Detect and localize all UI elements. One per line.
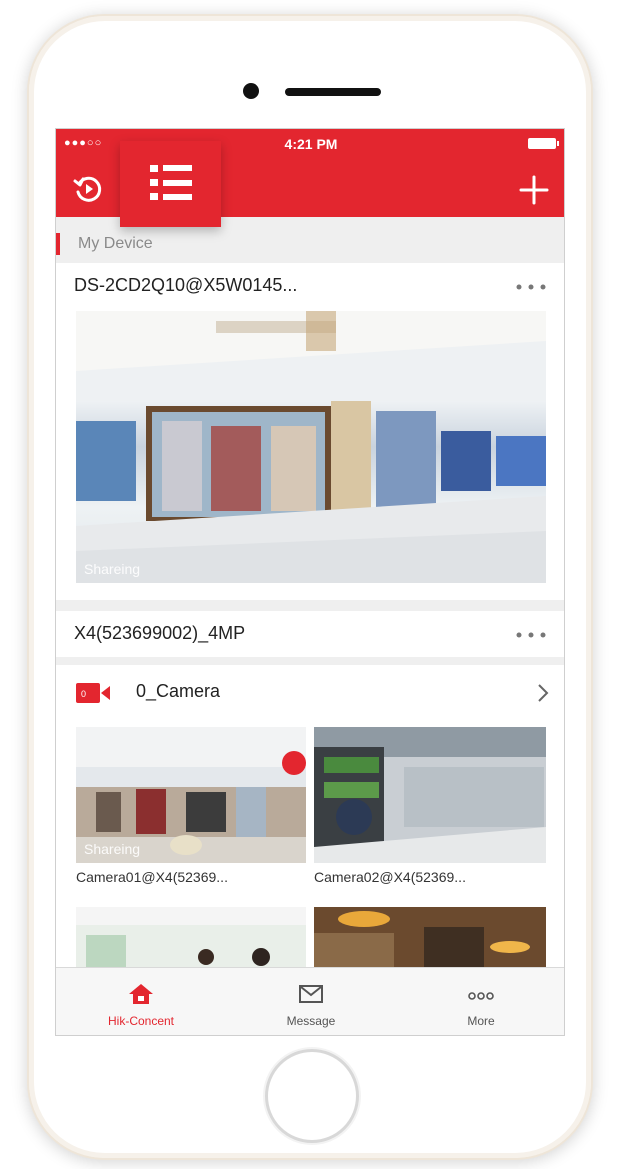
camera-group-row[interactable]: 0 0_Camera xyxy=(56,665,564,721)
restaurant-scene xyxy=(314,907,546,967)
svg-text:0: 0 xyxy=(81,689,86,699)
app-header: ●●●○○ 4:21 PM xyxy=(56,129,564,227)
sharing-badge: Shareing xyxy=(84,841,141,857)
warehouse-scene xyxy=(314,727,546,863)
message-icon xyxy=(299,985,323,1003)
home-button[interactable] xyxy=(265,1049,359,1143)
front-camera xyxy=(243,83,259,99)
more-icon xyxy=(468,992,494,1000)
office-scene xyxy=(76,907,306,967)
camera-thumbnail[interactable] xyxy=(76,907,306,967)
camera-thumbnail[interactable] xyxy=(314,727,546,863)
tab-label: Hik-Concent xyxy=(107,1014,175,1028)
device-card: X4(523699002)_4MP xyxy=(56,611,564,657)
tab-label: Message xyxy=(286,1014,336,1028)
chevron-right-icon xyxy=(538,684,549,702)
video-camera-icon: 0 xyxy=(76,683,110,703)
add-icon[interactable] xyxy=(518,174,550,206)
camera-name: Camera02@X4(52369... xyxy=(314,869,466,885)
earpiece-speaker xyxy=(285,88,381,96)
sharing-badge: Shareing xyxy=(84,561,141,577)
playback-icon[interactable] xyxy=(72,173,104,205)
list-icon xyxy=(150,165,192,200)
camera-name: Camera01@X4(52369... xyxy=(76,869,228,885)
device-name[interactable]: X4(523699002)_4MP xyxy=(74,623,245,644)
app-screen: ●●●○○ 4:21 PM My Device DS-2CD2Q10@X5W01… xyxy=(55,128,565,1036)
camera-group-label: 0_Camera xyxy=(136,681,221,701)
battery-icon xyxy=(528,138,559,149)
camera-thumbnail[interactable]: Shareing xyxy=(76,727,306,863)
camera-thumbnail[interactable] xyxy=(314,907,546,967)
device-card: DS-2CD2Q10@X5W0145... Shareing xyxy=(56,263,564,600)
mall-scene xyxy=(76,311,546,583)
more-options-icon[interactable] xyxy=(514,625,548,645)
tab-message[interactable]: Message xyxy=(226,968,396,1035)
section-title: My Device xyxy=(56,233,153,255)
home-icon xyxy=(129,984,153,1004)
bottom-tab-bar: Hik-Concent Message More xyxy=(56,967,564,1035)
device-name[interactable]: DS-2CD2Q10@X5W0145... xyxy=(74,275,297,296)
tab-more[interactable]: More xyxy=(396,968,564,1035)
tab-label: More xyxy=(467,1014,495,1028)
tab-hik-concent[interactable]: Hik-Concent xyxy=(56,968,226,1035)
more-options-icon[interactable] xyxy=(514,277,548,297)
device-list-tab[interactable] xyxy=(120,141,221,227)
live-preview-image[interactable]: Shareing xyxy=(76,311,546,583)
